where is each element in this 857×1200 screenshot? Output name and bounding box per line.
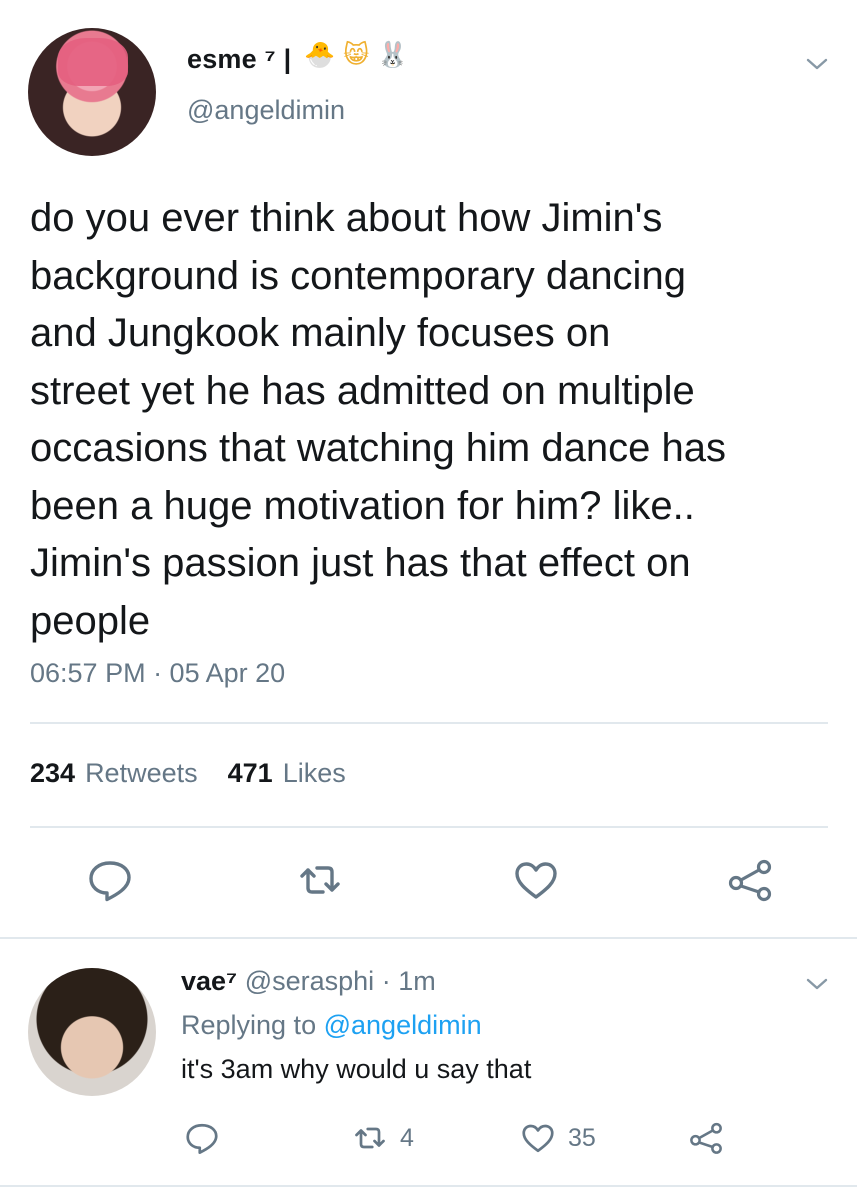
retweets-stat[interactable]: 234 Retweets: [30, 758, 198, 789]
retweet-icon: [355, 1127, 385, 1149]
reply-retweet-count: 4: [400, 1123, 414, 1152]
chick-emoji: 🐣: [304, 40, 336, 69]
divider: [30, 826, 828, 828]
share-icon: [690, 1122, 722, 1154]
retweet-icon[interactable]: [296, 856, 344, 904]
cat-emoji: 😸: [343, 41, 370, 69]
divider: [30, 722, 828, 724]
avatar[interactable]: [28, 28, 156, 156]
share-icon[interactable]: [726, 856, 774, 904]
reply-avatar[interactable]: [28, 968, 156, 1096]
handle[interactable]: @angeldimin: [187, 95, 345, 126]
reply-time[interactable]: 1m: [398, 966, 436, 996]
reply-icon[interactable]: [86, 856, 134, 904]
replying-to-prefix: Replying to: [181, 1010, 317, 1040]
replying-to-mention[interactable]: @angeldimin: [324, 1010, 482, 1040]
reply-reply-button[interactable]: [184, 1118, 220, 1158]
tweet-text: do you ever think about how Jimin's back…: [30, 196, 726, 643]
retweets-label: Retweets: [85, 758, 198, 788]
likes-stat[interactable]: 471 Likes: [228, 758, 346, 789]
reply-header: vae⁷ @serasphi · 1m: [181, 966, 436, 997]
heart-icon: [522, 1124, 554, 1153]
display-name[interactable]: esme ⁷ |: [187, 44, 291, 75]
likes-count: 471: [227, 758, 273, 788]
likes-label: Likes: [282, 758, 346, 788]
section-divider: [0, 937, 857, 939]
rabbit-emoji: 🐰: [377, 40, 409, 69]
reply-display-name[interactable]: vae⁷: [181, 966, 237, 996]
bottom-divider: [0, 1185, 857, 1187]
reply-share-button[interactable]: [688, 1118, 724, 1158]
main-tweet: esme ⁷ | 🐣 😸 🐰 @angeldimin do you ever t…: [0, 0, 857, 940]
engagement-stats: 234 Retweets 471 Likes: [30, 758, 346, 789]
replying-to: Replying to @angeldimin: [181, 1010, 482, 1041]
reply-tweet[interactable]: vae⁷ @serasphi · 1m Replying to @angeldi…: [0, 940, 857, 1200]
name-badges: 🐣 😸 🐰: [304, 40, 408, 70]
retweets-count: 234: [30, 758, 76, 788]
chevron-down-icon[interactable]: [805, 52, 829, 76]
reply-handle[interactable]: @serasphi: [245, 966, 374, 996]
reply-separator: ·: [381, 966, 391, 996]
reply-like-count: 35: [568, 1123, 596, 1152]
reply-retweet-button[interactable]: 4: [352, 1118, 414, 1158]
chevron-down-icon[interactable]: [805, 972, 829, 996]
timestamp[interactable]: 06:57 PM · 05 Apr 20: [30, 658, 285, 689]
heart-icon[interactable]: [512, 856, 560, 904]
reply-like-button[interactable]: 35: [520, 1118, 596, 1158]
reply-icon: [186, 1123, 218, 1154]
reply-text: it's 3am why would u say that: [181, 1054, 532, 1084]
